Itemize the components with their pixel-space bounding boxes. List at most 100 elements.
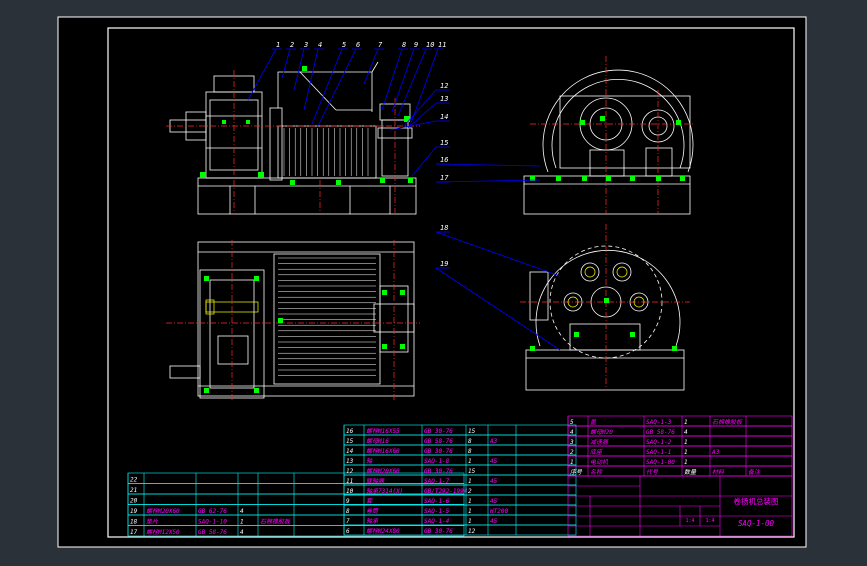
bom-cell: GB 30-76: [424, 428, 453, 435]
bom-cell: GB/T292-1994: [424, 488, 468, 495]
bom-cell: SAQ-1-1: [646, 449, 671, 456]
bom-cell: 螺母M16: [366, 437, 389, 445]
bom-cell: 10: [346, 488, 354, 495]
bom-cell: 套: [366, 497, 373, 505]
bom-cell: 螺栓M20X60: [366, 467, 400, 475]
balloon-label: 1: [276, 41, 280, 49]
bom-cell: GB 62-76: [198, 508, 227, 515]
bom-cell: A3: [489, 438, 498, 445]
bom-cell: 15: [468, 468, 476, 475]
drawing-sheet-count: 1:4: [705, 518, 714, 524]
bom-cell: 数量: [684, 468, 697, 476]
bom-cell: 13: [346, 458, 354, 465]
bom-cell: GB 30-76: [424, 448, 453, 455]
bom-cell: SAQ-1-4: [424, 518, 450, 525]
balloon-label: 13: [440, 95, 448, 103]
bom-cell: 盖: [590, 418, 597, 426]
bom-cell: SAQ-1-8: [424, 458, 450, 465]
bom-cell: 15: [346, 438, 354, 445]
balloon-label: 16: [440, 156, 448, 164]
bom-cell: 22: [130, 477, 138, 484]
bom-cell: 12: [468, 528, 476, 535]
bom-cell: 电动机: [590, 458, 609, 466]
bom-cell: A3: [711, 449, 720, 456]
balloon-label: 4: [318, 41, 322, 49]
bom-cell: 1: [684, 449, 688, 456]
assembly-drawing: 1 2 3 4 5 6 7 8 9 10 111213141516171819 22212019 螺栓…: [57, 16, 807, 548]
bom-cell: 1: [468, 458, 472, 465]
bom-cell: 1: [684, 419, 688, 426]
balloon-label: 5: [342, 41, 346, 49]
balloon-label: 10: [426, 41, 434, 49]
bom-cell: 18: [130, 519, 138, 526]
bom-cell: 1: [468, 498, 472, 505]
bom-cell: 8: [346, 508, 350, 515]
bom-cell: 联轴器: [366, 477, 385, 485]
balloon-label: 9: [414, 41, 418, 49]
bom-cell: 螺栓M16X60: [366, 447, 400, 455]
balloon-label: 19: [440, 260, 448, 268]
bom-cell: 9: [346, 498, 350, 505]
bom-cell: HT200: [489, 508, 508, 515]
drawing-number: SAQ-1-00: [738, 519, 775, 528]
bom-cell: 减速器: [590, 438, 609, 446]
cad-viewport[interactable]: 1 2 3 4 5 6 7 8 9 10 11 12 13 14 15 16 17 18 19 22 21 20 19 螺栓…: [0, 0, 867, 562]
bom-cell: SAQ-1-3: [646, 419, 672, 426]
bom-cell: 45: [490, 518, 498, 525]
bom-cell: 轴承: [366, 517, 379, 525]
bom-cell: 代号: [646, 469, 659, 476]
bom-cell: 螺栓M12X50: [146, 528, 180, 536]
bom-cell: 序号: [570, 468, 583, 476]
balloon-label: 2: [290, 41, 294, 49]
bom-cell: 螺栓M20X60: [146, 507, 180, 515]
bom-cell: 17: [130, 529, 138, 536]
balloon-label: 11: [438, 41, 446, 49]
bom-cell: 2: [468, 488, 472, 495]
bom-cell: GB 30-76: [424, 468, 453, 475]
bom-cell: 6: [346, 528, 350, 535]
bom-cell: 1: [468, 518, 472, 525]
bom-cell: GB 58-76: [646, 429, 675, 436]
bom-cell: 1: [468, 508, 472, 515]
bom-cell: GB 58-76: [424, 438, 453, 445]
bom-cell: 螺栓M24X80: [366, 527, 400, 535]
bom-cell: 轴: [366, 457, 373, 465]
bom-cell: SAQ-1-10: [198, 519, 227, 526]
balloon-label: 18: [440, 224, 448, 232]
bom-cell: 3: [569, 439, 574, 446]
bom-cell: 4: [240, 508, 244, 515]
bom-cell: 名称: [590, 468, 603, 476]
bom-cell: 1: [570, 459, 574, 466]
bom-cell: 1: [240, 519, 244, 526]
balloon-label: 14: [440, 113, 448, 121]
balloon-label: 3: [303, 41, 308, 49]
bom-cell: 5: [570, 419, 574, 426]
bom-cell: 21: [130, 487, 137, 494]
bom-cell: 2: [570, 449, 574, 456]
bom-cell: 16: [346, 428, 354, 435]
bom-cell: SAQ-1-00: [646, 459, 675, 466]
bom-cell: 7: [346, 518, 350, 525]
bom-cell: 14: [346, 448, 354, 455]
bom-cell: 底座: [590, 448, 603, 456]
bom-cell: 45: [490, 498, 498, 505]
bom-cell: 石棉橡胶板: [712, 418, 743, 426]
bom-cell: 垫片: [146, 518, 159, 526]
bom-cell: 12: [346, 468, 354, 475]
bom-cell: 材料: [712, 468, 725, 476]
bom-cell: GB 58-76: [198, 529, 227, 536]
bom-cell: 1: [684, 439, 688, 446]
bom-cell: 4: [570, 429, 574, 436]
bom-cell: GB 30-76: [424, 528, 453, 535]
balloon-label: 15: [440, 139, 448, 147]
bom-cell: 4: [684, 429, 688, 436]
balloon-label: 12: [440, 82, 448, 90]
bom-cell: SAQ-1-6: [424, 498, 450, 505]
bom-cell: 1: [684, 459, 688, 466]
balloon-label: 6: [356, 41, 360, 49]
bom-cell: 45: [490, 458, 498, 465]
bom-cell: 15: [468, 428, 476, 435]
bom-cell: 45: [490, 478, 498, 485]
bom-cell: 轴承7314(X): [366, 487, 403, 495]
balloon-label: 17: [440, 174, 449, 182]
